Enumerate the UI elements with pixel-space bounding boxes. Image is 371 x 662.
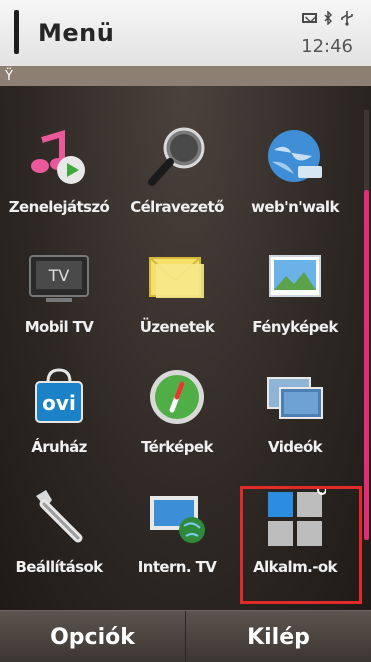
- envelope-icon: [149, 257, 204, 298]
- bluetooth-icon: [324, 11, 332, 25]
- antenna-icon: Ÿ: [5, 69, 13, 84]
- compass-icon: [150, 370, 204, 424]
- video-icon: [267, 377, 323, 419]
- phone-screen: Menü 12:46 Ÿ Zenelejátszó Célravezető we…: [0, 0, 371, 662]
- app-tile-store[interactable]: ovi Áruház: [0, 358, 118, 478]
- svg-text:ovi: ovi: [42, 391, 76, 415]
- selection-highlight: [240, 486, 362, 604]
- app-label: Mobil TV: [24, 318, 94, 336]
- page-title: Menü: [38, 19, 115, 47]
- app-tile-photos[interactable]: Fényképek: [236, 238, 354, 358]
- signal-strip: Ÿ: [0, 66, 371, 86]
- app-label: Áruház: [31, 438, 87, 456]
- app-tile-music-player[interactable]: Zenelejátszó: [0, 118, 118, 238]
- music-player-icon: [31, 129, 85, 184]
- app-tile-videos[interactable]: Videók: [236, 358, 354, 478]
- svg-text:TV: TV: [48, 266, 70, 285]
- scrollbar-thumb[interactable]: [364, 190, 369, 540]
- app-tile-messages[interactable]: Üzenetek: [118, 238, 236, 358]
- app-tile-internet-tv[interactable]: Intern. TV: [118, 478, 236, 598]
- ovi-store-icon: ovi: [35, 368, 83, 423]
- scrollbar-track: [364, 110, 369, 190]
- app-label: Zenelejátszó: [8, 198, 110, 216]
- softkey-bar: Opciók Kilép: [0, 610, 371, 662]
- app-label: Beállítások: [15, 558, 103, 576]
- photos-icon: [269, 255, 321, 297]
- envelope-icon: [302, 13, 317, 23]
- usb-icon: [341, 11, 353, 26]
- options-softkey[interactable]: Opciók: [0, 611, 185, 662]
- app-label: Videók: [267, 438, 323, 456]
- app-label: Üzenetek: [139, 318, 215, 336]
- exit-softkey[interactable]: Kilép: [185, 611, 371, 662]
- app-tile-mobile-tv[interactable]: TV Mobil TV: [0, 238, 118, 358]
- wrench-icon: [36, 490, 83, 543]
- status-icons: [275, 8, 355, 28]
- tv-icon: TV: [29, 255, 89, 302]
- magnifier-icon: [148, 127, 205, 186]
- internet-tv-icon: [150, 496, 205, 543]
- app-tile-settings[interactable]: Beállítások: [0, 478, 118, 598]
- app-label: Térképek: [141, 438, 213, 456]
- app-label: Célravezető: [130, 198, 224, 216]
- clock: 12:46: [301, 36, 353, 57]
- app-tile-navigator[interactable]: Célravezető: [118, 118, 236, 238]
- app-tile-web[interactable]: web'n'walk: [236, 118, 354, 238]
- app-label: Intern. TV: [137, 558, 217, 576]
- menu-grip: [14, 10, 19, 54]
- globe-icon: [268, 130, 322, 182]
- app-tile-maps[interactable]: Térképek: [118, 358, 236, 478]
- app-label: web'n'walk: [251, 198, 339, 216]
- app-label: Fényképek: [252, 318, 338, 336]
- status-bar: Menü 12:46: [0, 0, 371, 66]
